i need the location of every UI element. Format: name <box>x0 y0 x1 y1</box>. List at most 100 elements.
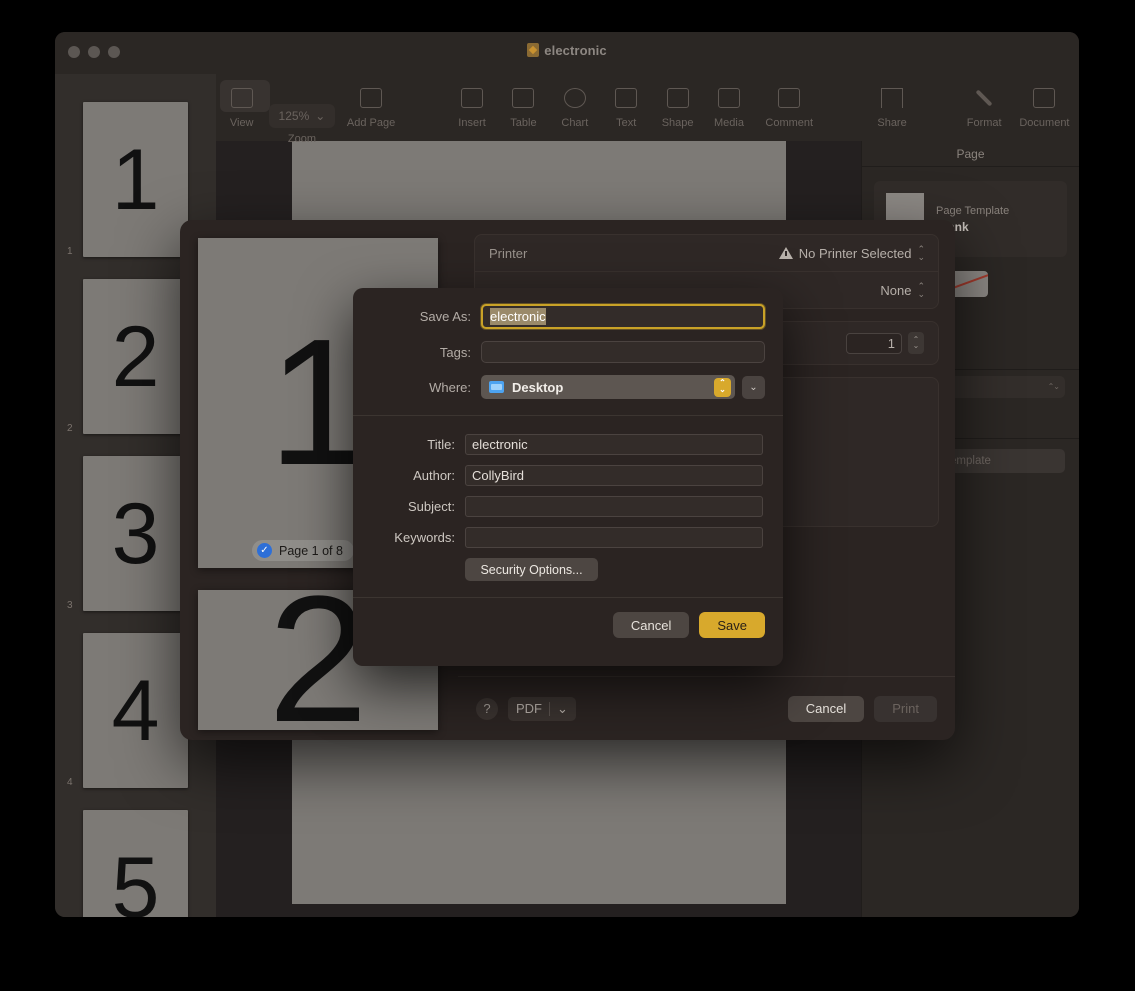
document-title-text: electronic <box>544 43 607 58</box>
chevron-down-icon: ⌄ <box>315 109 326 123</box>
save-as-value: electronic <box>490 308 546 325</box>
toolbar-label-chart: Chart <box>561 117 589 129</box>
table-icon <box>512 88 535 108</box>
toolbar-item-media[interactable]: Media <box>703 66 754 129</box>
folder-icon <box>489 381 504 393</box>
keywords-input[interactable] <box>465 527 763 548</box>
insert-icon <box>461 88 484 108</box>
toolbar-item-format[interactable]: Format <box>220 66 1009 129</box>
save-as-sheet: Save As: electronic Tags: Where: Desktop… <box>353 288 783 666</box>
toolbar-label-comment: Comment <box>765 117 814 129</box>
printer-value: No Printer Selected <box>798 245 912 261</box>
author-input[interactable]: CollyBird <box>465 465 763 486</box>
tags-row: Tags: <box>371 341 765 363</box>
toolbar-item-shape[interactable]: Shape <box>652 66 703 129</box>
toolbar-label-table: Table <box>510 117 537 129</box>
print-preview-pager[interactable]: ✓ Page 1 of 8 <box>252 540 354 561</box>
shape-icon <box>666 88 689 108</box>
toolbar-label-format: Format <box>966 117 1002 129</box>
thumbnail-glyph: 5 <box>111 839 160 918</box>
thumbnail-glyph: 3 <box>111 485 160 582</box>
sidebar-icon <box>230 88 253 108</box>
security-options-button[interactable]: Security Options... <box>465 558 598 581</box>
toolbar-label-zoom: Zoom <box>287 133 316 145</box>
document-icon <box>1033 88 1056 108</box>
toolbar-label-shape: Shape <box>661 117 694 129</box>
save-as-label: Save As: <box>419 309 471 324</box>
zoom-popup[interactable]: 125% ⌄ <box>268 104 335 128</box>
chevron-updown-icon: ⌃ ⌄ <box>917 244 924 263</box>
where-label: Where: <box>429 379 471 395</box>
toolbar-label-media: Media <box>714 117 744 129</box>
toolbar-label-share: Share <box>877 117 907 129</box>
where-popup-button[interactable]: Desktop ⌃ ⌄ <box>481 375 735 399</box>
share-icon <box>881 88 904 108</box>
pages-document-icon <box>527 43 540 57</box>
toolbar-item-table[interactable]: Table <box>498 66 549 129</box>
help-button[interactable]: ? <box>476 697 498 720</box>
toolbar-item-zoom[interactable]: 125% ⌄ Zoom <box>267 66 336 145</box>
author-row: Author: CollyBird <box>373 465 763 486</box>
page-thumbnail[interactable]: 3 3 <box>67 456 188 611</box>
toolbar-item-add-page[interactable]: Add Page <box>337 66 406 129</box>
check-icon: ✓ <box>257 543 272 558</box>
toolbar-label-text: Text <box>616 117 637 129</box>
thumbnail-number: 3 <box>67 600 73 611</box>
thumbnail-number: 2 <box>67 423 73 434</box>
format-brush-icon <box>975 89 993 107</box>
save-as-input[interactable]: electronic <box>481 304 765 329</box>
toolbar-item-text[interactable]: Text <box>601 66 652 129</box>
desktop-background: electronic View 125% ⌄ Zoom Add Page Ins… <box>0 0 1135 991</box>
toolbar-item-insert[interactable]: Insert <box>446 66 497 129</box>
toolbar-label-document: Document <box>1019 117 1070 129</box>
page-thumbnail[interactable]: 2 2 <box>67 279 188 434</box>
toolbar-item-share[interactable]: Share <box>866 66 917 129</box>
copies-input[interactable]: 1 <box>846 332 902 354</box>
divider <box>549 701 550 716</box>
thumbnail-glyph: 2 <box>111 308 160 405</box>
presets-value-group[interactable]: None ⌃ ⌄ <box>880 281 925 300</box>
copies-stepper[interactable]: ⌃ ⌄ <box>908 332 924 355</box>
thumbnail-glyph: 1 <box>111 131 160 228</box>
title-input[interactable]: electronic <box>465 434 763 455</box>
pdf-label: PDF <box>516 701 542 716</box>
save-as-row: Save As: electronic <box>371 304 765 329</box>
app-toolbar: View 125% ⌄ Zoom Add Page Insert Table C… <box>216 66 1079 145</box>
save-sheet-footer: Cancel Save <box>353 598 783 652</box>
toolbar-item-comment[interactable]: Comment <box>755 66 824 129</box>
toolbar-label-insert: Insert <box>458 117 486 129</box>
author-label: Author: <box>413 468 455 483</box>
chevron-updown-icon: ⌃ ⌄ <box>714 377 731 397</box>
page-thumbnail[interactable]: 4 4 <box>67 633 188 788</box>
printer-row[interactable]: Printer No Printer Selected ⌃ ⌄ <box>475 235 938 271</box>
keywords-row: Keywords: <box>373 527 763 548</box>
subject-label: Subject: <box>408 499 455 514</box>
expand-browser-button[interactable]: ⌄ <box>742 375 765 399</box>
where-value: Desktop <box>512 379 564 395</box>
pdf-popup-button[interactable]: PDF ⌄ <box>508 696 576 721</box>
thumbnail-number: 1 <box>67 246 73 257</box>
chevron-down-icon: ⌄ <box>557 700 568 716</box>
printer-value-group[interactable]: No Printer Selected ⌃ ⌄ <box>778 244 925 263</box>
save-sheet-top: Save As: electronic Tags: Where: Desktop… <box>353 288 783 415</box>
tags-label: Tags: <box>439 344 471 360</box>
thumbnail-glyph: 4 <box>111 662 160 759</box>
keywords-label: Keywords: <box>394 530 455 545</box>
comment-icon <box>778 88 801 108</box>
toolbar-item-chart[interactable]: Chart <box>549 66 600 129</box>
toolbar-item-document[interactable]: Document <box>1010 66 1079 129</box>
save-button[interactable]: Save <box>699 612 765 638</box>
chart-icon <box>563 88 586 108</box>
print-cancel-button[interactable]: Cancel <box>787 695 865 722</box>
page-thumbnail[interactable]: 5 5 <box>83 810 188 917</box>
toolbar-label-view: View <box>229 117 254 129</box>
toolbar-label-add-page: Add Page <box>346 117 396 129</box>
page-thumbnail[interactable]: 1 1 <box>67 91 202 268</box>
copies-value-group[interactable]: 1 ⌃ ⌄ <box>846 332 924 355</box>
tags-input[interactable] <box>481 341 765 363</box>
cancel-button[interactable]: Cancel <box>612 612 690 638</box>
chevron-updown-icon: ⌃ ⌄ <box>917 281 924 300</box>
inspector-title: Page <box>862 141 1079 167</box>
subject-input[interactable] <box>465 496 763 517</box>
template-caption: Page Template <box>936 204 1010 217</box>
